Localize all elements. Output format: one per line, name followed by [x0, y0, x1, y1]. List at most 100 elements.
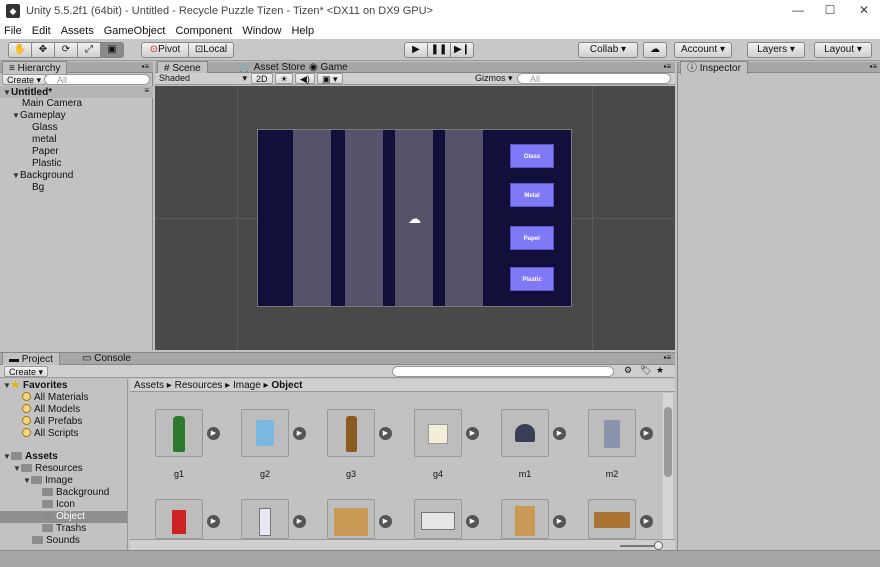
folder-image[interactable]: ▼ Image	[23, 475, 73, 487]
asset-thumbnail-g3[interactable]	[327, 409, 375, 457]
expand-arrow-icon[interactable]: ▶	[553, 427, 566, 440]
scene-viewport[interactable]: Glass Metal Paper Plastic ☁	[155, 86, 675, 350]
icon-size-slider-thumb[interactable]	[654, 541, 663, 550]
local-toggle[interactable]: ⊡Local	[188, 42, 234, 58]
expand-arrow-icon[interactable]: ▶	[466, 427, 479, 440]
tab-hierarchy[interactable]: ≡ Hierarchy	[2, 61, 68, 74]
asset-thumbnail-g1[interactable]	[155, 409, 203, 457]
pause-button[interactable]: ❚❚	[427, 42, 451, 58]
panel-menu-icon[interactable]: ▪≡	[141, 62, 149, 71]
asset-thumbnail-g4[interactable]	[414, 409, 462, 457]
hierarchy-item-glass[interactable]: Glass	[32, 122, 58, 134]
folder-trashs[interactable]: Trashs	[42, 523, 86, 535]
maximize-button[interactable]: ☐	[814, 0, 846, 22]
folder-object[interactable]: Object	[0, 511, 127, 523]
panel-menu-icon[interactable]: ▪≡	[869, 62, 877, 71]
menu-gameobject[interactable]: GameObject	[104, 25, 166, 37]
close-button[interactable]: ✕	[848, 0, 880, 22]
menu-window[interactable]: Window	[242, 25, 281, 37]
favorite-all-models[interactable]: All Models	[22, 404, 80, 416]
scrollbar-track[interactable]	[663, 393, 673, 539]
favorite-all-prefabs[interactable]: All Prefabs	[22, 416, 82, 428]
hierarchy-item-gameplay[interactable]: ▼Gameplay	[12, 110, 66, 122]
step-button[interactable]: ▶❙	[450, 42, 474, 58]
cloud-button[interactable]: ☁	[643, 42, 667, 58]
asset-thumbnail[interactable]	[588, 499, 636, 539]
filter-label-icon[interactable]: 🏷	[640, 365, 651, 376]
layers-dropdown[interactable]: Layers ▾	[747, 42, 805, 58]
asset-thumbnail[interactable]	[155, 499, 203, 539]
project-create-button[interactable]: Create ▾	[4, 366, 49, 377]
menu-help[interactable]: Help	[291, 25, 314, 37]
scale-tool-icon[interactable]: ⤢	[77, 42, 101, 58]
folder-icon-dir[interactable]: Icon	[42, 499, 75, 511]
effects-dropdown-icon[interactable]: ▣ ▾	[317, 73, 343, 84]
folder-resources[interactable]: ▼ Resources	[13, 463, 83, 475]
tab-console[interactable]: ▭ Console	[76, 352, 137, 365]
asset-thumbnail-m2[interactable]	[588, 409, 636, 457]
scene-menu-icon[interactable]: ≡	[144, 86, 149, 95]
bin-paper[interactable]: Paper	[510, 226, 554, 250]
expand-arrow-icon[interactable]: ▶	[379, 515, 392, 528]
play-button[interactable]: ▶	[404, 42, 428, 58]
menu-assets[interactable]: Assets	[61, 25, 94, 37]
breadcrumb-image[interactable]: Image	[233, 380, 261, 391]
collab-dropdown[interactable]: Collab ▾	[578, 42, 638, 58]
hierarchy-search-input[interactable]: All	[44, 74, 150, 85]
breadcrumb-assets[interactable]: Assets	[134, 380, 164, 391]
layout-dropdown[interactable]: Layout ▾	[814, 42, 872, 58]
bin-metal[interactable]: Metal	[510, 183, 554, 207]
gizmos-dropdown[interactable]: Gizmos ▾	[475, 73, 513, 84]
panel-menu-icon[interactable]: ▪≡	[663, 353, 671, 362]
scene-root-row[interactable]: ▼Untitled* ≡	[0, 86, 153, 98]
expand-arrow-icon[interactable]: ▶	[293, 515, 306, 528]
expand-arrow-icon[interactable]: ▶	[640, 427, 653, 440]
folder-sounds[interactable]: Sounds	[32, 535, 80, 547]
scrollbar-thumb[interactable]	[664, 407, 672, 477]
folder-background[interactable]: Background	[42, 487, 109, 499]
hierarchy-item-paper[interactable]: Paper	[32, 146, 59, 158]
expand-arrow-icon[interactable]: ▶	[640, 515, 653, 528]
asset-thumbnail-m1[interactable]	[501, 409, 549, 457]
bin-plastic[interactable]: Plastic	[510, 267, 554, 291]
lighting-toggle-icon[interactable]: ☀	[275, 73, 294, 84]
expand-arrow-icon[interactable]: ▶	[207, 515, 220, 528]
hierarchy-item-background[interactable]: ▼Background	[12, 170, 73, 182]
hierarchy-item-bg[interactable]: Bg	[32, 182, 44, 194]
shading-dropdown[interactable]: Shaded ▾	[159, 73, 247, 84]
rect-tool-icon[interactable]: ▣	[100, 42, 124, 58]
menu-edit[interactable]: Edit	[32, 25, 51, 37]
expand-arrow-icon[interactable]: ▶	[379, 427, 392, 440]
expand-arrow-icon[interactable]: ▶	[293, 427, 306, 440]
asset-thumbnail[interactable]	[414, 499, 462, 539]
expand-arrow-icon[interactable]: ▶	[207, 427, 220, 440]
account-dropdown[interactable]: Account ▾	[674, 42, 732, 58]
expand-arrow-icon[interactable]: ▶	[466, 515, 479, 528]
favorite-all-scripts[interactable]: All Scripts	[22, 428, 78, 440]
hierarchy-item-metal[interactable]: metal	[32, 134, 56, 146]
expand-triangle-icon[interactable]: ▼	[3, 88, 11, 97]
favorites-header[interactable]: ▼★ Favorites	[3, 380, 67, 392]
filter-type-icon[interactable]: ⚙	[624, 365, 632, 376]
audio-toggle-icon[interactable]: ◀)	[295, 73, 315, 84]
camera-gizmo-icon[interactable]: ☁	[408, 211, 421, 227]
expand-arrow-icon[interactable]: ▶	[553, 515, 566, 528]
tab-inspector[interactable]: ⓘ Inspector	[680, 61, 748, 74]
asset-thumbnail[interactable]	[501, 499, 549, 539]
2d-toggle[interactable]: 2D	[251, 73, 273, 84]
pivot-toggle[interactable]: ⊙Pivot	[141, 42, 189, 58]
menu-file[interactable]: File	[4, 25, 22, 37]
tab-project[interactable]: ▬ Project	[2, 352, 60, 365]
asset-thumbnail[interactable]	[327, 499, 375, 539]
hierarchy-item-main-camera[interactable]: Main Camera	[22, 98, 82, 110]
breadcrumb-object[interactable]: Object	[271, 380, 302, 391]
minimize-button[interactable]: —	[782, 0, 814, 22]
bin-glass[interactable]: Glass	[510, 144, 554, 168]
favorite-all-materials[interactable]: All Materials	[22, 392, 88, 404]
breadcrumb-resources[interactable]: Resources	[175, 380, 223, 391]
asset-thumbnail-g2[interactable]	[241, 409, 289, 457]
panel-menu-icon[interactable]: ▪≡	[663, 62, 671, 71]
asset-thumbnail[interactable]	[241, 499, 289, 539]
hierarchy-create-button[interactable]: Create ▾	[2, 74, 47, 85]
scene-search-input[interactable]: All	[517, 73, 671, 84]
